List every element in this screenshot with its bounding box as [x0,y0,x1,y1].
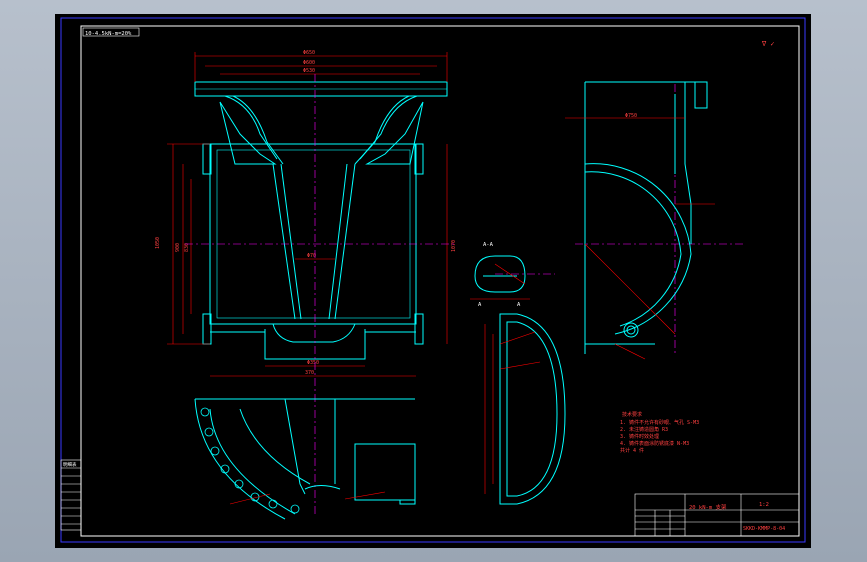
section-label: A-A [483,242,494,248]
dim-left-inner: 900 [175,243,181,252]
drawing-viewport[interactable]: 10-4.5kN-m=20% ∇ ✓ Φ650 Φ600 Φ530 370 Φ3… [55,14,811,548]
dim-left-inner2: 830 [184,243,190,252]
tech-requirements: 技术要求 1. 铸件不允许有砂眼、气孔 S-M3 2. 未注铸造圆角 R3 3.… [620,411,699,454]
dim-right-height: 1070 [451,240,457,252]
sheet-inner-border [80,25,800,537]
detail-view-dims [484,324,541,494]
centerlines [185,74,745,514]
tech-req-line-4: 4. 铸件表面涂防锈底漆 N-M3 [620,440,689,447]
dim-right-view-width: Φ750 [625,113,637,119]
front-view [194,81,448,360]
detail-view [499,313,566,505]
tech-req-line-3: 3. 铸件时效处理 [620,433,659,440]
dim-top-second: Φ600 [303,60,315,66]
tech-req-line-1: 1. 铸件不允许有砂眼、气孔 S-M3 [620,419,699,426]
title-block-part-name: 20 kN-m 支架 [689,503,727,511]
bottom-view [194,398,416,520]
section-aa-dims [470,263,530,300]
cad-drawing: 10-4.5kN-m=20% ∇ ✓ Φ650 Φ600 Φ530 370 Φ3… [60,17,806,543]
dim-top-overall: Φ650 [303,50,315,56]
title-block-scale: 1:2 [759,502,769,508]
front-view-dimensions [167,52,448,377]
dim-bottom-span: 370 [305,370,314,376]
sheet-outer-border [60,17,806,543]
dim-bottom-mid: Φ350 [307,360,319,366]
corner-mark: ∇ ✓ [761,40,775,48]
side-view [584,81,708,354]
side-view-dims [565,117,715,360]
dim-center-width: Φ70 [307,253,316,259]
title-block-drawing-no: SKKD-KMMP-8-04 [743,526,785,532]
tech-req-line-2: 2. 未注铸造圆角 R3 [620,426,668,433]
section-letter-right: A [517,302,521,308]
left-table [60,459,82,531]
dim-left-height: 1050 [155,237,161,249]
title-strip-text: 10-4.5kN-m=20% [85,31,132,37]
tech-req-heading: 技术要求 [622,411,642,418]
tech-req-line-5: 共计 4 件 [620,447,644,454]
dim-top-third: Φ530 [303,68,315,74]
left-table-header: 明细表 [63,461,77,468]
section-letter-left: A [478,302,482,308]
front-view-dim-text: Φ650 Φ600 Φ530 370 Φ350 Φ70 1050 900 830… [155,50,457,376]
